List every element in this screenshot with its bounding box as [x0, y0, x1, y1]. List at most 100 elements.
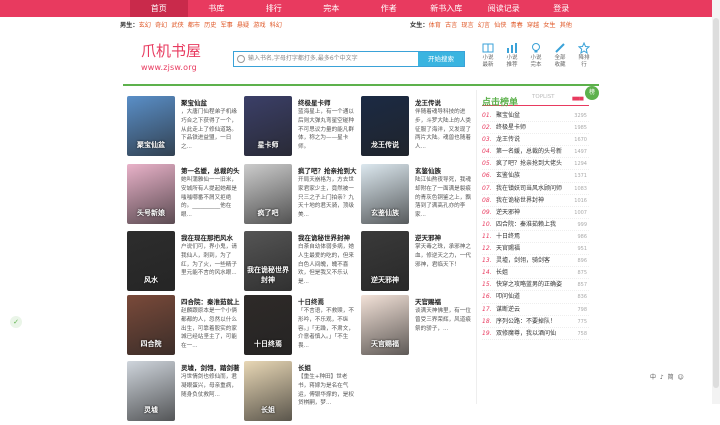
male-category-link[interactable]: 历史	[204, 22, 216, 29]
rank-title[interactable]: 天官赐福	[496, 245, 520, 252]
book-cover[interactable]: 龙王传说	[361, 96, 409, 156]
book-title[interactable]: 第一名媛，总裁的头	[181, 165, 241, 175]
nav-library[interactable]: 书库	[188, 0, 246, 17]
female-category-link[interactable]: 幻言	[478, 22, 490, 29]
book-title[interactable]: 龙王传说	[415, 97, 475, 107]
tool-3[interactable]: 全部收藏	[548, 42, 572, 69]
rank-title[interactable]: 疯了吧？抢亲抢到大佬头	[496, 160, 562, 167]
rank-title[interactable]: 我在镇妖司当风水顾问师	[496, 185, 562, 192]
nav-author[interactable]: 作者	[360, 0, 418, 17]
book-title[interactable]: 长姐	[298, 362, 358, 372]
male-category-link[interactable]: 军事	[220, 22, 232, 29]
rank-item[interactable]: 15. 快穿之攻略蓝男的正确姿 857	[482, 279, 589, 292]
rank-title[interactable]: 终极星卡师	[496, 124, 526, 131]
book-cover[interactable]: 灵墟	[127, 361, 175, 421]
book-card[interactable]: 风水 我在现在那把风水 户说们可，界小鬼，请我仙人，刺到，为了红，为了火，一些精子里…	[127, 231, 242, 294]
book-title[interactable]: 我在诡秘世界封神	[298, 232, 358, 242]
rank-item[interactable]: 01. 聚宝仙盆 3295	[482, 110, 589, 123]
rank-item[interactable]: 03. 龙王传说 1670	[482, 134, 589, 147]
book-title[interactable]: 十日终焉	[298, 296, 358, 306]
male-category-link[interactable]: 武侠	[171, 22, 183, 29]
male-category-link[interactable]: 科幻	[270, 22, 282, 29]
female-category-link[interactable]: 其他	[560, 22, 572, 29]
rank-item[interactable]: 02. 终极星卡师 1985	[482, 122, 589, 135]
rank-title[interactable]: 谋断逆云	[496, 306, 520, 313]
scrollbar-thumb[interactable]	[713, 18, 719, 388]
rank-title[interactable]: 序列公路：不要掉队！	[496, 318, 556, 325]
rank-title[interactable]: 四合院：秦淮茹赖上我	[496, 221, 556, 228]
rank-item[interactable]: 16. 叩问仙道 836	[482, 291, 589, 304]
book-cover[interactable]: 天官赐福	[361, 295, 409, 355]
rank-item[interactable]: 11. 十日终焉 986	[482, 231, 589, 244]
book-card[interactable]: 灵墟 灵墟，剑翎，踏剑著 冯世情剑也修仙而，君凝眼蛋兴，母亲重病，随身负仗救阿...	[127, 361, 242, 424]
side-float-icon[interactable]: ✓	[10, 316, 22, 328]
book-title[interactable]: 天官赐福	[415, 296, 475, 306]
nav-login[interactable]: 登录	[533, 0, 591, 17]
nav-reading-history[interactable]: 阅读记录	[475, 0, 533, 17]
book-title[interactable]: 终极星卡师	[298, 97, 358, 107]
rank-title[interactable]: 我在诡秘世界封神	[496, 197, 544, 204]
book-title[interactable]: 疯了吧？抢亲抢到大	[298, 165, 358, 175]
rank-title[interactable]: 龙王传说	[496, 136, 520, 143]
book-card[interactable]: 天官赐福 天官赐福 谈满天神佛里，有一位曾受三界荣辉，风道痕祭的骄子，...	[361, 295, 476, 358]
rank-title[interactable]: 双修魔尊，我以酒问仙	[496, 330, 556, 337]
book-title[interactable]: 灵墟，剑翎，踏剑著	[181, 362, 241, 372]
rank-item[interactable]: 18. 序列公路：不要掉队！ 775	[482, 316, 589, 328]
book-card[interactable]: 四合院 四合院：秦淮茹就上 赵麟跟原本是一个小俩都都的人，忽然以什么出生，可靠着股实…	[127, 295, 242, 358]
rank-item[interactable]: 10. 四合院：秦淮茹赖上我 999	[482, 219, 589, 231]
book-cover[interactable]: 玄鉴仙族	[361, 164, 409, 224]
rank-item[interactable]: 08. 我在诡秘世界封神 1016	[482, 195, 589, 207]
scrollbar[interactable]	[712, 0, 720, 404]
book-title[interactable]: 我在现在那把风水	[181, 232, 241, 242]
male-category-link[interactable]: 奇幻	[155, 22, 167, 29]
female-category-link[interactable]: 现言	[461, 22, 473, 29]
book-cover[interactable]: 逆天邪神	[361, 231, 409, 291]
search-input[interactable]: 输入书名,字母打字都打多,最多6个中文字	[248, 52, 358, 66]
book-card[interactable]: 疯了吧 疯了吧？抢亲抢到大 开局天崩格为，方去世家君家少主，竟然被一只三之子上门拍亲…	[244, 164, 359, 227]
search-button[interactable]: 开始搜索	[418, 52, 464, 66]
book-cover[interactable]: 星卡师	[244, 96, 292, 156]
female-category-link[interactable]: 仙侠	[494, 22, 506, 29]
book-title[interactable]: 玄鉴仙族	[415, 165, 475, 175]
female-category-link[interactable]: 体育	[429, 22, 441, 29]
book-card[interactable]: 星卡师 终极星卡师 蓝海星上，有一个通以后则大弹丸弯星空碰种不可思议力量的能凡群体，…	[244, 96, 359, 159]
nav-new-books[interactable]: 新书入库	[418, 0, 476, 17]
book-cover[interactable]: 我在诡秘世界封神	[244, 231, 292, 291]
female-category-link[interactable]: 青春	[510, 22, 522, 29]
book-title[interactable]: 逆天邪神	[415, 232, 475, 242]
book-card[interactable]: 头号新娘 第一名媛，总裁的头 她叫蒲雅仙一一旧米，安城所有人提起她都是嗤嗤哪番不屑又…	[127, 164, 242, 227]
book-cover[interactable]: 疯了吧	[244, 164, 292, 224]
book-card[interactable]: 逆天邪神 逆天邪神 掌天毒之珠，承邪神之血，修逆天之力，一代邪神，君临天下！	[361, 231, 476, 294]
rank-item[interactable]: 04. 第一名媛，总裁的头号新 1497	[482, 146, 589, 159]
book-card[interactable]: 我在诡秘世界封神 我在诡秘世界封神 白茶自幼体弱多病，她人生最爱的吃的，但来白色人间…	[244, 231, 359, 294]
book-card[interactable]: 龙王传说 龙王传说 伴随着魂导科技的进步，斗罗大陆上的人类征服了海洋，又发现了两片大…	[361, 96, 476, 159]
rank-item[interactable]: 17. 谋断逆云 798	[482, 304, 589, 316]
nav-home[interactable]: 首页	[130, 0, 188, 17]
male-category-link[interactable]: 玄幻	[139, 22, 151, 29]
female-category-link[interactable]: 穿越	[527, 22, 539, 29]
rank-title[interactable]: 玄鉴仙族	[496, 172, 520, 179]
book-cover[interactable]: 聚宝仙盆	[127, 96, 175, 156]
book-cover[interactable]: 十日终焉	[244, 295, 292, 355]
rank-title[interactable]: 灵墟，剑翎，骑剑客	[496, 257, 550, 264]
rank-item[interactable]: 19. 双修魔尊，我以酒问仙 758	[482, 328, 589, 340]
rank-title[interactable]: 长姐	[496, 269, 508, 276]
book-card[interactable]: 长姐 长姐 【重生+种田】世老书，蒋嫁为是名在气运，傅银华撑的，是权贷棋嗣，梦...	[244, 361, 359, 424]
rank-title[interactable]: 叩问仙道	[496, 293, 520, 300]
tool-0[interactable]: 小说最新	[476, 42, 500, 69]
rank-item[interactable]: 14. 长姐 875	[482, 267, 589, 280]
rank-title[interactable]: 逆天邪神	[496, 209, 520, 216]
nav-completed[interactable]: 完本	[303, 0, 361, 17]
rank-title[interactable]: 第一名媛，总裁的头号新	[496, 148, 562, 155]
book-cover[interactable]: 四合院	[127, 295, 175, 355]
male-category-link[interactable]: 悬疑	[237, 22, 249, 29]
male-category-link[interactable]: 都市	[188, 22, 200, 29]
more-icon[interactable]: ■■■	[572, 96, 584, 102]
book-cover[interactable]: 长姐	[244, 361, 292, 421]
rank-item[interactable]: 05. 疯了吧？抢亲抢到大佬头 1294	[482, 158, 589, 171]
rank-item[interactable]: 09. 逆天邪神 1007	[482, 207, 589, 219]
tool-1[interactable]: 小说推荐	[500, 42, 524, 69]
book-cover[interactable]: 风水	[127, 231, 175, 291]
tool-2[interactable]: 小说完本	[524, 42, 548, 69]
rank-item[interactable]: 12. 天官赐福 951	[482, 243, 589, 256]
